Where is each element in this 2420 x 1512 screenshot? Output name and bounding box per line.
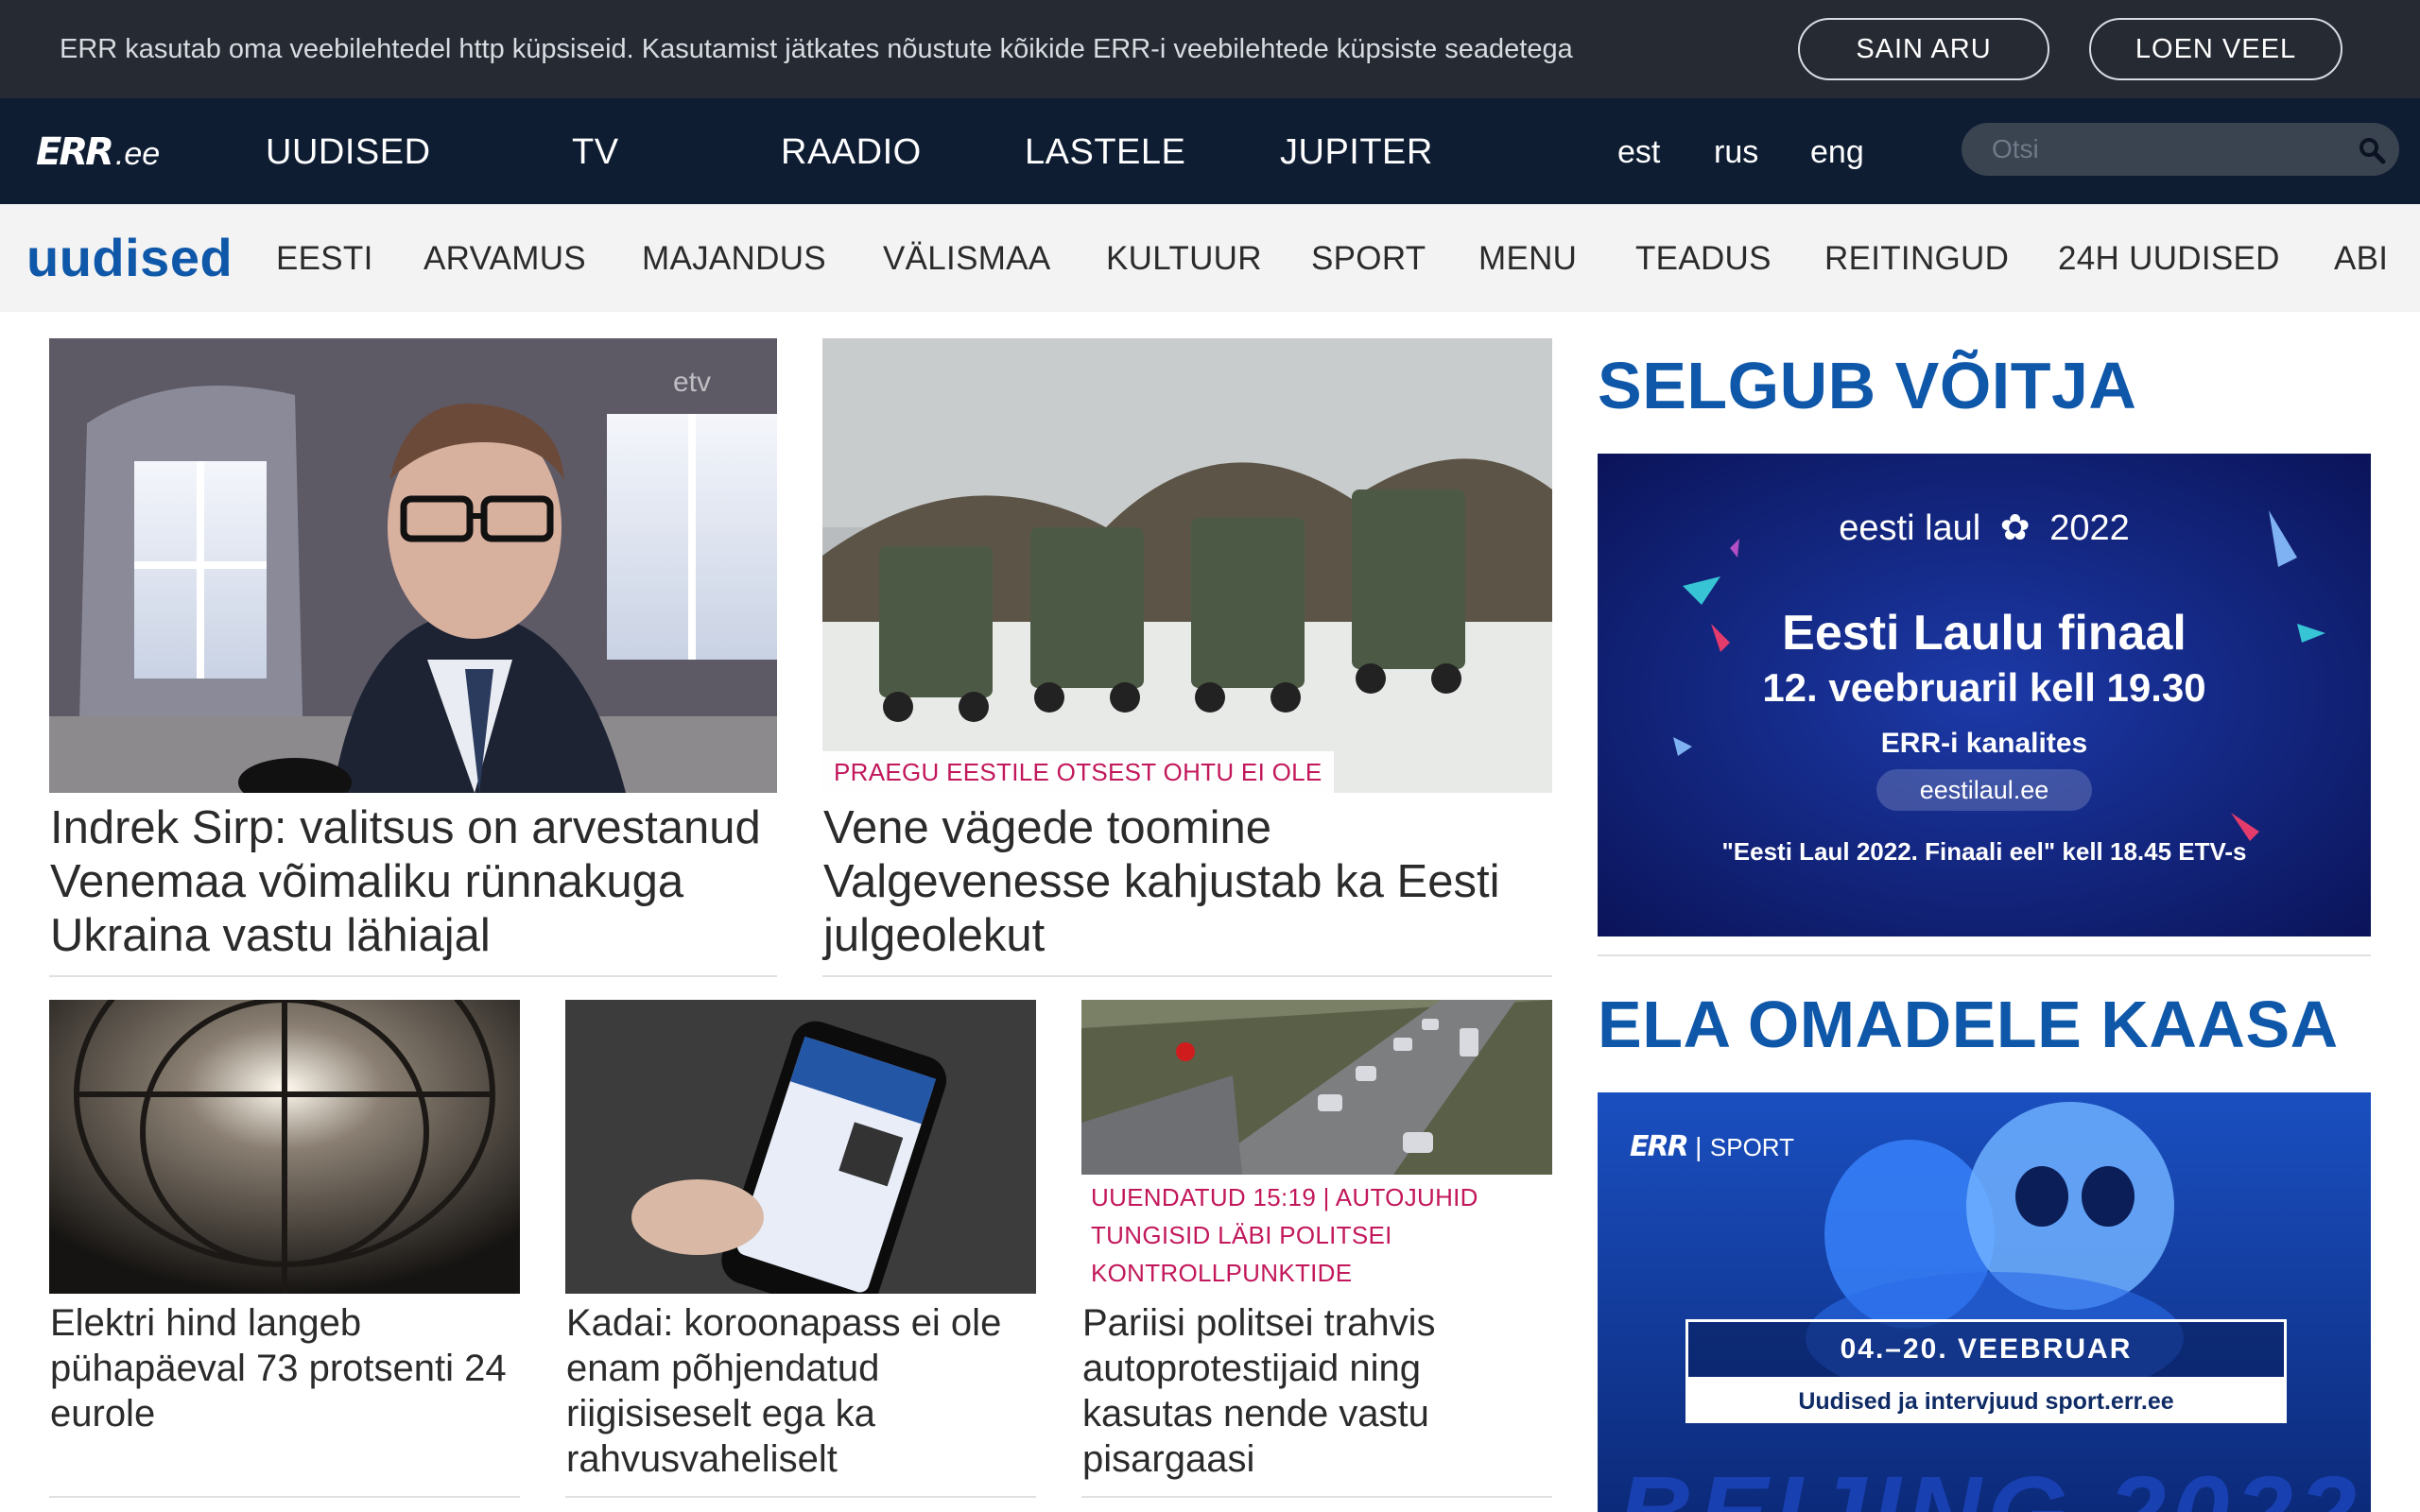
lang-eng[interactable]: eng [1810,134,1864,171]
cookie-more-button[interactable]: LOEN VEEL [2089,18,2342,80]
err-logo[interactable]: ERR .ee [36,130,160,174]
eesti-laul-channels: ERR-i kanalites [1880,728,2088,759]
section-logo[interactable]: uudised [26,227,233,288]
section-item-menu[interactable]: MENU [1478,240,1577,278]
divider [822,975,1552,977]
article-headline-covid-pass[interactable]: Kadai: koroonapass ei ole enam põhjendat… [566,1300,1037,1482]
cookie-text: ERR kasutab oma veebilehtedel http küpsi… [60,33,1573,64]
nav-raadio[interactable]: RAADIO [781,132,922,173]
eesti-laul-date: 12. veebruaril kell 19.30 [1762,665,2206,710]
sidebar-heading-winner: SELGUB VÕITJA [1598,349,2137,422]
section-item-kultuur[interactable]: KULTUUR [1106,240,1262,278]
eesti-laul-title: Eesti Laulu finaal [1782,606,2187,661]
divider [565,1496,1036,1498]
section-item-reitingud[interactable]: REITINGUD [1824,240,2009,278]
eesti-laul-logo: eesti laul ✿ 2022 [1598,507,2371,549]
eesti-laul-year: 2022 [2049,508,2130,548]
olympics-dates: 04.–20. VEEBRUAR [1840,1333,2133,1365]
article-image-electricity[interactable] [49,1000,520,1294]
article-headline-paris[interactable]: Pariisi politsei trahvis autoprotestijai… [1082,1300,1553,1482]
article-headline-sirp[interactable]: Indrek Sirp: valitsus on arvestanud Vene… [50,801,778,963]
section-item-arvamus[interactable]: ARVAMUS [424,240,586,278]
traffic-photo [1081,1000,1552,1175]
section-item-teadus[interactable]: TEADUS [1635,240,1772,278]
search-icon[interactable] [2358,136,2386,164]
section-item-valismaa[interactable]: VÄLISMAA [883,240,1050,278]
logo-suffix: .ee [114,136,161,172]
section-item-abi[interactable]: ABI [2334,240,2388,278]
top-navigation: ERR .ee UUDISED TV RAADIO LASTELE JUPITE… [0,98,2420,204]
eesti-laul-brand: eesti laul [1839,508,1981,548]
err-sport-sub: SPORT [1709,1133,1794,1161]
nav-tv[interactable]: TV [572,132,619,173]
olympics-dates-box: 04.–20. VEEBRUAR [1685,1319,2287,1380]
article-tag-paris: UUENDATUD 15:19 | AUTOJUHID TUNGISID LÄB… [1081,1175,1552,1294]
article-image-belarus[interactable]: PRAEGU EESTILE OTSEST OHTU EI OLE [822,338,1552,793]
logo-text: ERR [36,130,114,174]
nav-lastele[interactable]: LASTELE [1025,132,1185,173]
section-item-sport[interactable]: SPORT [1311,240,1426,278]
phone-photo [565,1000,1036,1294]
olympics-big-text: BEIJING 2022 [1616,1453,2363,1512]
logo-separator: | [1695,1132,1703,1161]
military-vehicles-photo [822,338,1552,793]
nav-uudised[interactable]: UUDISED [266,132,431,173]
section-navigation: uudised EESTI ARVAMUS MAJANDUS VÄLISMAA … [0,204,2420,312]
cookie-accept-button[interactable]: SAIN ARU [1798,18,2049,80]
eesti-laul-banner[interactable]: eesti laul ✿ 2022 Eesti Laulu finaal 12.… [1598,454,2371,936]
err-sport-banner[interactable]: ERR | SPORT 04.–20. VEEBRUAR Uudised ja … [1598,1092,2371,1512]
tv-watermark: etv [672,367,711,398]
search-box [1962,123,2399,176]
lang-rus[interactable]: rus [1714,134,1758,171]
divider [1081,1496,1552,1498]
article-image-covid-pass[interactable] [565,1000,1036,1294]
divider [1598,954,2371,956]
eesti-laul-url[interactable]: eestilaul.ee [1876,769,2092,811]
err-sport-brand: ERR [1630,1130,1689,1163]
section-item-24h-uudised[interactable]: 24H UUDISED [2058,240,2280,278]
divider [49,1496,520,1498]
divider [49,975,777,977]
star-icon: ✿ [1999,508,2031,548]
err-sport-logo: ERR | SPORT [1630,1130,1794,1163]
article-image-paris[interactable]: UUENDATUD 15:19 | AUTOJUHID TUNGISID LÄB… [1081,1000,1552,1294]
interview-photo [49,338,777,793]
search-input[interactable] [1992,131,2332,167]
nav-jupiter[interactable]: JUPITER [1280,132,1433,173]
lamp-photo [49,1000,520,1294]
article-headline-electricity[interactable]: Elektri hind langeb pühapäeval 73 protse… [50,1300,521,1436]
section-item-eesti[interactable]: EESTI [276,240,373,278]
article-headline-belarus[interactable]: Vene vägede toomine Valgevenesse kahjust… [823,801,1553,963]
cookie-banner: ERR kasutab oma veebilehtedel http küpsi… [0,0,2420,98]
sidebar-heading-olympics: ELA OMADELE KAASA [1598,988,2339,1061]
lang-est[interactable]: est [1617,134,1660,171]
section-item-majandus[interactable]: MAJANDUS [642,240,826,278]
article-image-sirp[interactable]: etv [49,338,777,793]
article-tag-belarus: PRAEGU EESTILE OTSEST OHTU EI OLE [822,751,1334,793]
olympics-subline: Uudised ja intervjuud sport.err.ee [1685,1380,2287,1423]
eesti-laul-note: "Eesti Laul 2022. Finaali eel" kell 18.4… [1721,837,2247,866]
